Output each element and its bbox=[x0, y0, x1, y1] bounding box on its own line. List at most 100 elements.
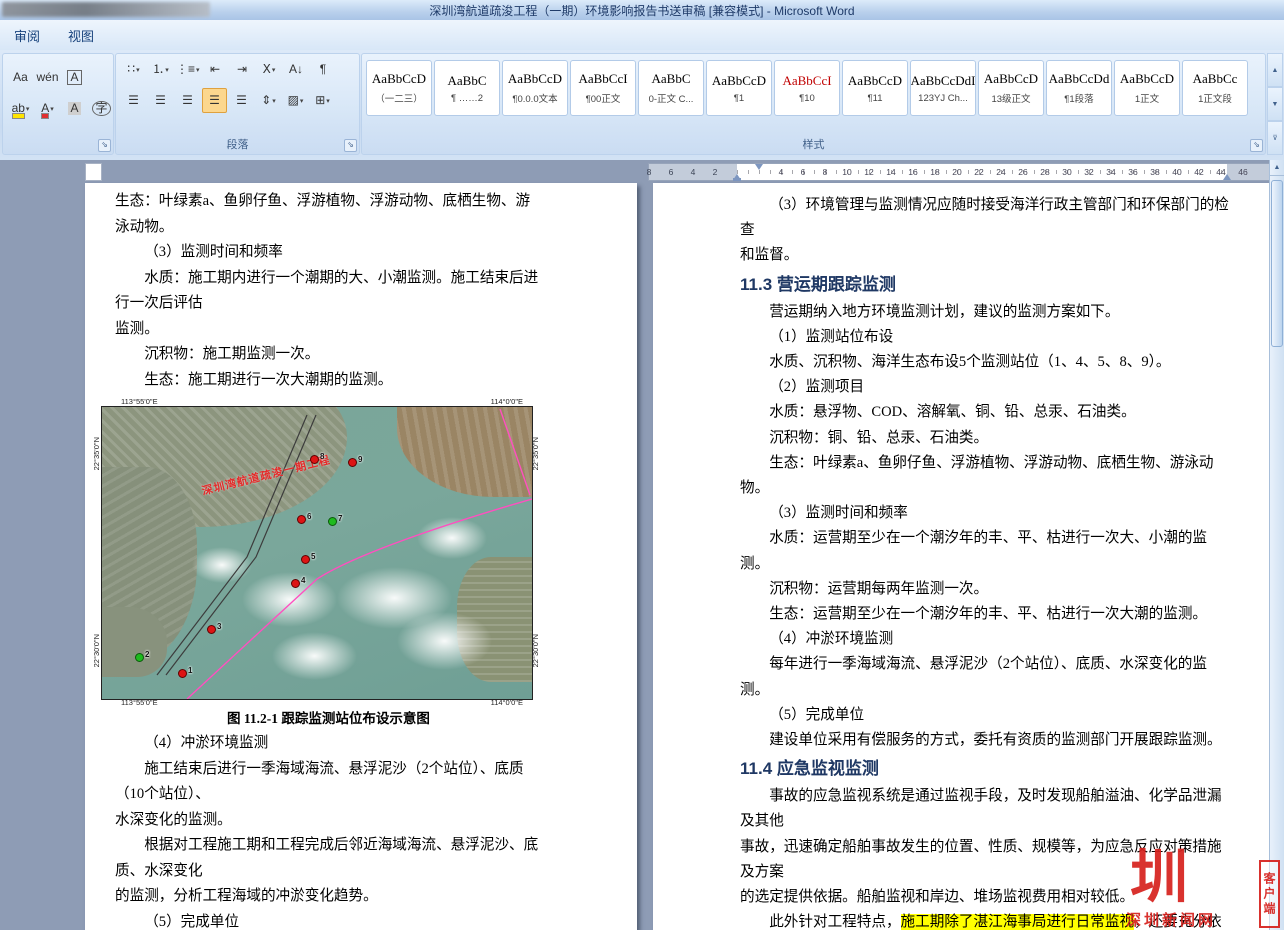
paragraph: 水质、沉积物、海洋生态布设5个监测站位（1、4、5、8、9）。 bbox=[740, 350, 1230, 375]
ruler-number: 34 bbox=[1106, 167, 1115, 177]
shading-icon[interactable]: ▨▾ bbox=[283, 88, 308, 113]
paragraph: （3）监测时间和频率 bbox=[115, 240, 542, 266]
ruler-number: 30 bbox=[1062, 167, 1071, 177]
ruler-number: 20 bbox=[952, 167, 961, 177]
axis-label: 22°35'0"N bbox=[531, 437, 540, 470]
ruler-number: 6 bbox=[669, 167, 674, 177]
paragraph-dialog-launcher-icon[interactable]: ⇘ bbox=[344, 139, 357, 152]
tab-视图[interactable]: 视图 bbox=[54, 20, 108, 50]
font-group-row2: ab▾A▾A字 bbox=[3, 93, 113, 124]
station-marker-9: 9 bbox=[348, 458, 357, 467]
numbering-icon[interactable]: ⒈▾ bbox=[148, 57, 173, 82]
ruler-number: 8 bbox=[647, 167, 652, 177]
line-spacing-icon[interactable]: ⇕▾ bbox=[256, 88, 281, 113]
ruler-number: 38 bbox=[1150, 167, 1159, 177]
font-group-row1: AawénA bbox=[3, 54, 113, 93]
distribute-icon[interactable]: ☰ bbox=[229, 88, 254, 113]
increase-indent-icon[interactable]: ⇥ bbox=[230, 57, 255, 82]
watermark-client-label: 客户端 bbox=[1259, 860, 1280, 928]
title-bar: 深圳湾航道疏浚工程（一期）环境影响报告书送审稿 [兼容模式] - Microso… bbox=[0, 0, 1284, 21]
style-item[interactable]: AaBbCc1正文段 bbox=[1182, 60, 1248, 116]
paragraph: （2）监测项目 bbox=[740, 375, 1230, 400]
show-marks-icon[interactable]: ¶ bbox=[311, 57, 336, 82]
styles-gallery-scroll: ▲ ▼ ⊽ bbox=[1267, 53, 1283, 155]
style-item[interactable]: AaBbC0-正文 C... bbox=[638, 60, 704, 116]
character-shading-icon[interactable]: A bbox=[62, 96, 87, 121]
paragraph: 水深变化的监测。 bbox=[115, 808, 542, 834]
sort-icon[interactable]: A↓ bbox=[284, 57, 309, 82]
gallery-more-icon[interactable]: ⊽ bbox=[1267, 121, 1283, 155]
ruler-number: 28 bbox=[1040, 167, 1049, 177]
scrollbar-thumb[interactable] bbox=[1271, 180, 1283, 347]
news-watermark: 圳 深圳新闻网 客户端 bbox=[1122, 860, 1280, 930]
ruler[interactable]: 8642468101214161820222426283032343638404… bbox=[648, 163, 1272, 181]
left-indent-marker[interactable] bbox=[733, 178, 741, 181]
borders-icon[interactable]: ⊞▾ bbox=[310, 88, 335, 113]
justify-icon[interactable]: ☰ bbox=[202, 88, 227, 113]
paragraph: 的监测，分析工程海域的冲淤变化趋势。 bbox=[115, 884, 542, 910]
text-highlight-icon[interactable]: ab▾ bbox=[8, 96, 33, 121]
asian-layout-icon[interactable]: Ⅹ▾ bbox=[257, 57, 282, 82]
styles-dialog-launcher-icon[interactable]: ⇘ bbox=[1250, 139, 1263, 152]
change-case-icon[interactable]: Aa bbox=[8, 65, 33, 90]
paragraph-group-row1: ∷▾⒈▾⋮≡▾⇤⇥Ⅹ▾A↓¶ bbox=[116, 54, 359, 85]
styles-group: AaBbCcD（一二三）AaBbC¶ ……2AaBbCcD¶0.0.0文本AaB… bbox=[361, 53, 1266, 155]
station-marker-3: 3 bbox=[207, 625, 216, 634]
decrease-indent-icon[interactable]: ⇤ bbox=[203, 57, 228, 82]
ruler-number: 16 bbox=[908, 167, 917, 177]
page-left[interactable]: 生态：叶绿素a、鱼卵仔鱼、浮游植物、浮游动物、底栖生物、游泳动物。（3）监测时间… bbox=[85, 183, 637, 930]
style-item[interactable]: AaBbCcI¶00正文 bbox=[570, 60, 636, 116]
axis-label: 114°0'0"E bbox=[491, 698, 523, 707]
page-right[interactable]: （3）环境管理与监测情况应随时接受海洋行政主管部门和环保部门的检查和监督。11.… bbox=[653, 183, 1270, 930]
station-marker-2: 2 bbox=[135, 653, 144, 662]
ruler-number: 26 bbox=[1018, 167, 1027, 177]
style-item[interactable]: AaBbCcD¶0.0.0文本 bbox=[502, 60, 568, 116]
enclosed-character-icon[interactable]: 字 bbox=[89, 96, 114, 121]
paragraph: （3）监测时间和频率 bbox=[740, 501, 1230, 526]
paragraph: 生态：运营期至少在一个潮汐年的丰、平、枯进行一次大潮的监测。 bbox=[740, 602, 1230, 627]
style-item[interactable]: AaBbCcD1正文 bbox=[1114, 60, 1180, 116]
axis-label: 22°35'0"N bbox=[92, 437, 101, 470]
font-dialog-launcher-icon[interactable]: ⇘ bbox=[98, 139, 111, 152]
paragraph: 水质：悬浮物、COD、溶解氧、铜、铅、总汞、石油类。 bbox=[740, 400, 1230, 425]
styles-group-label: 样式 bbox=[362, 136, 1265, 152]
bullets-icon[interactable]: ∷▾ bbox=[121, 57, 146, 82]
paragraph: 生态：叶绿素a、鱼卵仔鱼、浮游植物、浮游动物、底栖生物、游泳动物。 bbox=[740, 451, 1230, 501]
ribbon-tabs: 审阅视图 bbox=[0, 20, 1284, 51]
ruler-number: 10 bbox=[842, 167, 851, 177]
style-item[interactable]: AaBbCcD（一二三） bbox=[366, 60, 432, 116]
font-group: AawénA ab▾A▾A字 ⇘ bbox=[2, 53, 114, 155]
ruler-number: 22 bbox=[974, 167, 983, 177]
figure-caption: 图 11.2-1 跟踪监测站位布设示意图 bbox=[115, 707, 542, 731]
paragraph: 生态：施工期进行一次大潮期的监测。 bbox=[115, 368, 542, 394]
align-center-icon[interactable]: ☰ bbox=[148, 88, 173, 113]
axis-label: 22°30'0"N bbox=[92, 634, 101, 667]
character-border-icon[interactable]: A bbox=[62, 65, 87, 90]
style-item[interactable]: AaBbCcD13级正文 bbox=[978, 60, 1044, 116]
ruler-number: 40 bbox=[1172, 167, 1181, 177]
first-line-indent-marker[interactable] bbox=[755, 164, 763, 170]
ruler-bar: 8642468101214161820222426283032343638404… bbox=[0, 160, 1284, 183]
vertical-scrollbar[interactable]: ▲ bbox=[1269, 160, 1284, 930]
tab-审阅[interactable]: 审阅 bbox=[0, 20, 54, 50]
style-item[interactable]: AaBbCcDd¶1段落 bbox=[1046, 60, 1112, 116]
multilevel-list-icon[interactable]: ⋮≡▾ bbox=[175, 57, 201, 82]
gallery-scroll-up-icon[interactable]: ▲ bbox=[1267, 53, 1283, 87]
font-color-icon[interactable]: A▾ bbox=[35, 96, 60, 121]
style-item[interactable]: AaBbCcD¶11 bbox=[842, 60, 908, 116]
style-item[interactable]: AaBbCcDdI123YJ Ch... bbox=[910, 60, 976, 116]
style-item[interactable]: AaBbC¶ ……2 bbox=[434, 60, 500, 116]
watermark-logo-icon: 圳 bbox=[1130, 848, 1188, 908]
style-item[interactable]: AaBbCcD¶1 bbox=[706, 60, 772, 116]
gallery-scroll-down-icon[interactable]: ▼ bbox=[1267, 87, 1283, 121]
phonetic-guide-icon[interactable]: wén bbox=[35, 65, 60, 90]
satellite-map-image: 深圳湾航道疏浚一期工程 896754321 bbox=[101, 406, 533, 700]
style-item[interactable]: AaBbCcI¶10 bbox=[774, 60, 840, 116]
align-left-icon[interactable]: ☰ bbox=[121, 88, 146, 113]
paragraph: （1）监测站位布设 bbox=[740, 325, 1230, 350]
scroll-up-icon[interactable]: ▲ bbox=[1270, 160, 1284, 176]
ruler-number: 2 bbox=[713, 167, 718, 177]
paragraph: 施工结束后进行一季海域海流、悬浮泥沙（2个站位）、底质（10个站位）、 bbox=[115, 757, 542, 808]
paragraph: 监测。 bbox=[115, 317, 542, 343]
align-right-icon[interactable]: ☰ bbox=[175, 88, 200, 113]
